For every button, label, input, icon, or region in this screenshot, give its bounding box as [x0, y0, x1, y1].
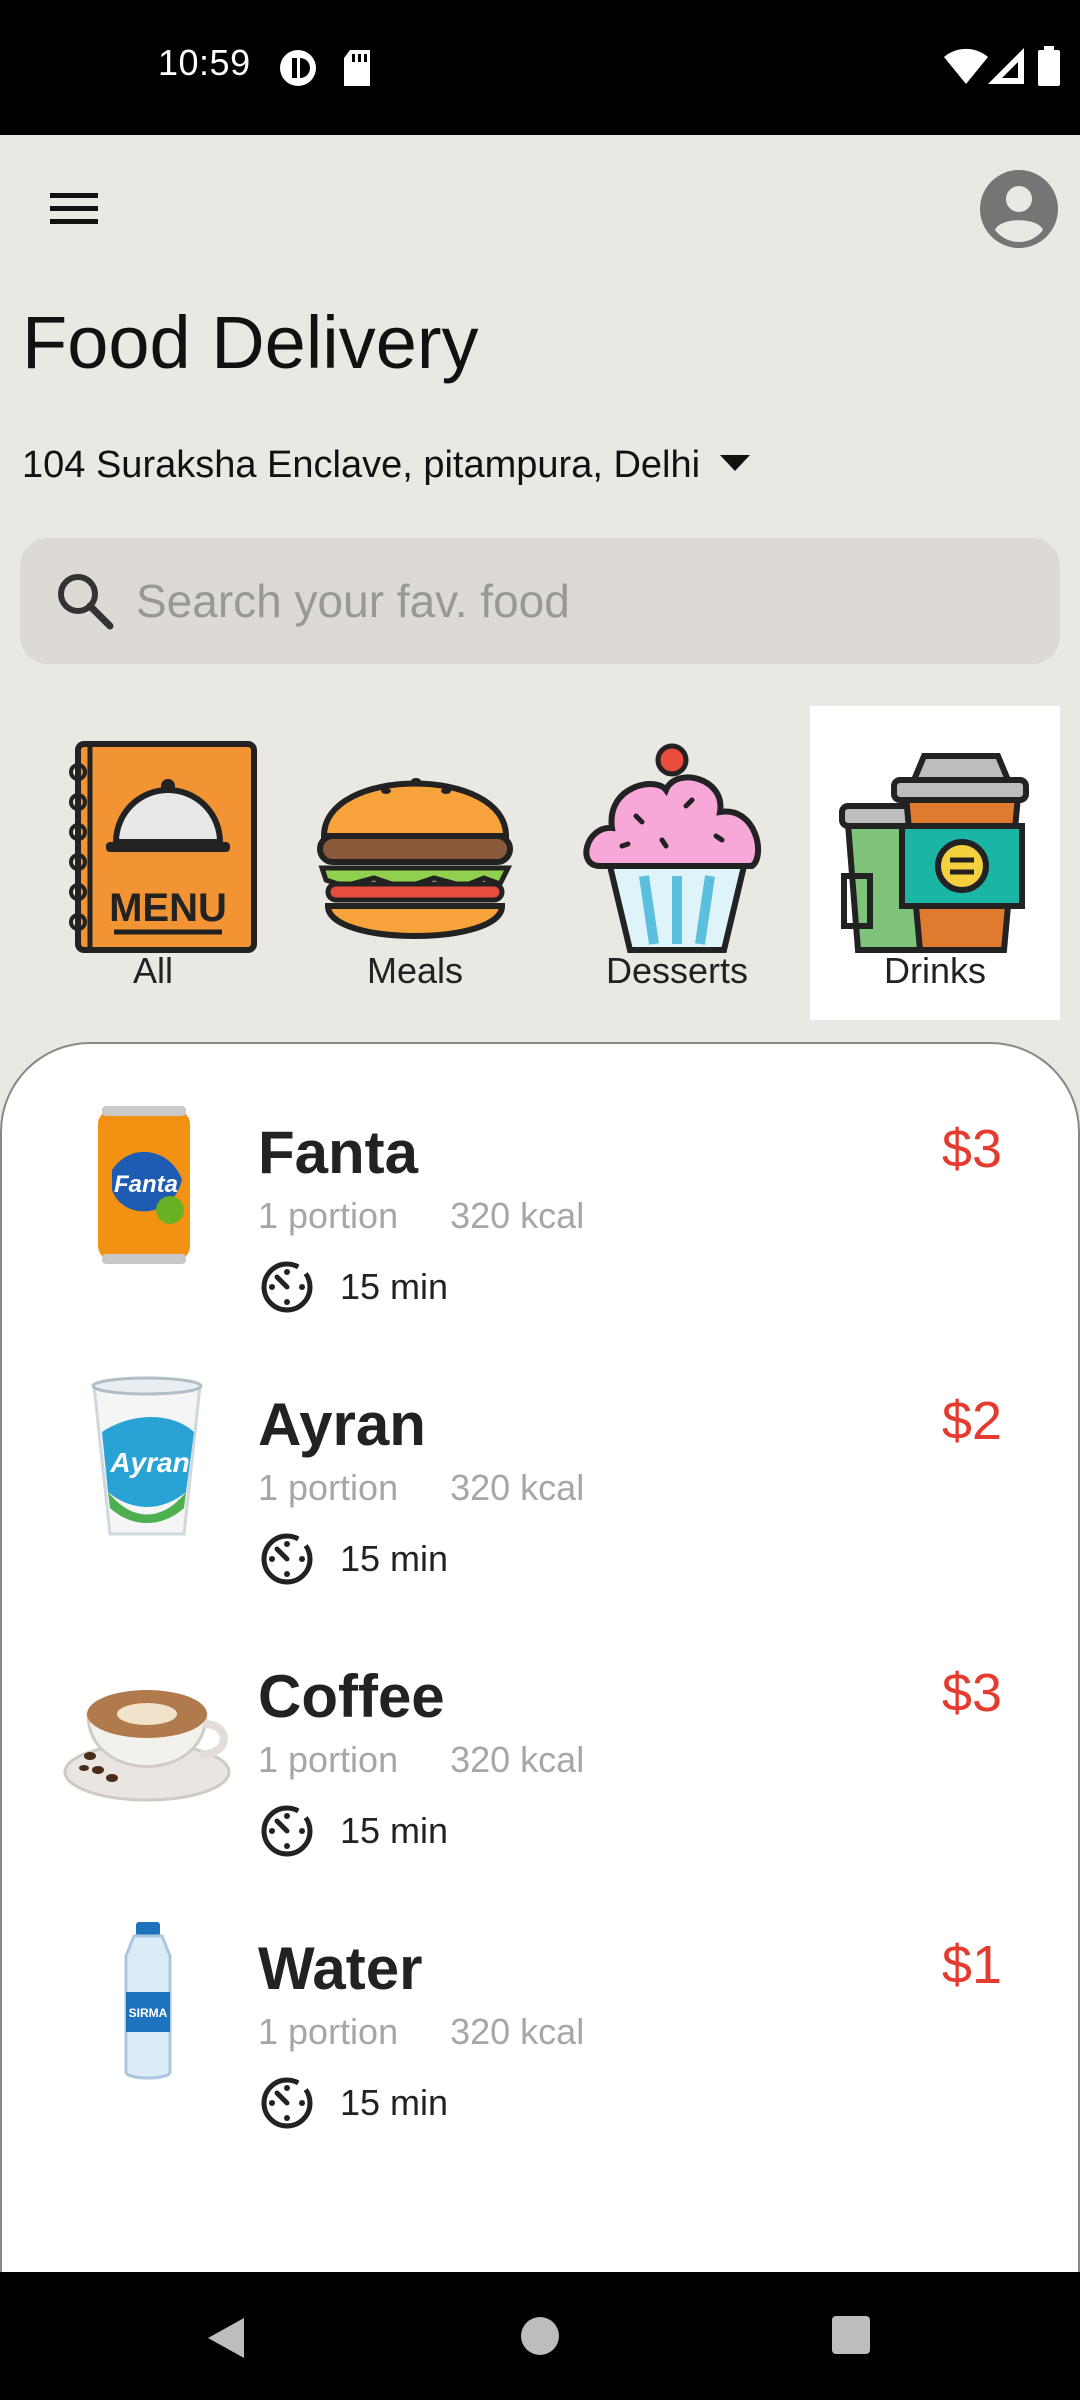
notification-icon	[280, 50, 316, 86]
battery-icon	[1038, 46, 1060, 86]
item-time-text: 15 min	[340, 1810, 449, 1851]
category-label: Desserts	[605, 950, 749, 991]
svg-text:SIRMA: SIRMA	[129, 2006, 168, 2020]
item-meta: 1 portion 320 kcal	[258, 1739, 584, 1781]
burger-icon	[317, 778, 513, 939]
item-price: $1	[941, 1935, 1002, 1995]
address-selector[interactable]: 104 Suraksha Enclave, pitampura, Delhi	[22, 438, 751, 492]
item-name: Fanta	[258, 1119, 419, 1186]
svg-text:Fanta: Fanta	[114, 1171, 178, 1198]
timer-icon	[261, 1805, 313, 1857]
menu-icon[interactable]	[44, 185, 104, 233]
item-kcal: 320 kcal	[450, 1739, 585, 1780]
recents-icon[interactable]	[830, 2314, 872, 2356]
item-kcal: 320 kcal	[450, 1467, 585, 1508]
category-label: All	[132, 950, 173, 991]
coffee-cup-image	[63, 1690, 231, 1802]
item-portion: 1 portion	[258, 1195, 399, 1236]
search-icon	[58, 574, 114, 630]
item-portion: 1 portion	[258, 1739, 399, 1780]
item-time-text: 15 min	[340, 2082, 449, 2123]
item-kcal: 320 kcal	[450, 1195, 585, 1236]
food-item-coffee[interactable]: Coffee 1 portion 320 kcal 15 min $3	[2, 1624, 1080, 1864]
page-title: Food Delivery	[22, 301, 479, 384]
menu-book-icon: MENU	[69, 741, 257, 953]
category-list: MENU All Meals Desserts Drinks	[0, 706, 1080, 1020]
search-bar[interactable]	[20, 538, 1060, 664]
status-bar: 10:59	[0, 0, 1080, 135]
item-time: 15 min	[258, 1258, 448, 1316]
item-meta: 1 portion 320 kcal	[258, 1195, 584, 1237]
dropdown-caret-icon	[720, 455, 751, 471]
item-time-text: 15 min	[340, 1266, 449, 1307]
category-label: Drinks	[883, 950, 986, 991]
ayran-cup-image: Ayran	[91, 1376, 203, 1536]
item-portion: 1 portion	[258, 1467, 399, 1508]
category-desserts[interactable]: Desserts	[552, 706, 802, 1020]
item-time: 15 min	[258, 1530, 448, 1588]
search-input[interactable]	[134, 573, 1018, 629]
item-price: $2	[941, 1391, 1002, 1451]
item-kcal: 320 kcal	[450, 2011, 585, 2052]
category-meals[interactable]: Meals	[290, 706, 540, 1020]
svg-text:MENU: MENU	[109, 886, 227, 930]
account-avatar-icon[interactable]	[980, 170, 1058, 248]
home-icon[interactable]	[518, 2314, 562, 2358]
item-name: Coffee	[258, 1663, 445, 1730]
item-time-text: 15 min	[340, 1538, 449, 1579]
item-name: Ayran	[258, 1391, 426, 1458]
svg-text:Ayran: Ayran	[109, 1447, 189, 1478]
item-time: 15 min	[258, 1802, 448, 1860]
fanta-can-image: Fanta	[98, 1106, 190, 1264]
status-time: 10:59	[158, 42, 251, 83]
food-item-ayran[interactable]: Ayran Ayran 1 portion 320 kcal 15 min $2	[2, 1352, 1080, 1592]
timer-icon	[261, 1533, 313, 1585]
back-icon[interactable]	[204, 2314, 248, 2362]
item-price: $3	[941, 1663, 1002, 1723]
water-bottle-image: SIRMA	[124, 1922, 172, 2080]
item-meta: 1 portion 320 kcal	[258, 1467, 584, 1509]
item-price: $3	[941, 1119, 1002, 1179]
system-nav-bar	[0, 2272, 1080, 2400]
item-meta: 1 portion 320 kcal	[258, 2011, 584, 2053]
category-label: Meals	[366, 950, 464, 991]
item-time: 15 min	[258, 2074, 448, 2132]
coffee-cups-icon	[839, 753, 1029, 953]
category-drinks[interactable]: Drinks	[810, 706, 1060, 1020]
category-all[interactable]: MENU All	[28, 706, 278, 1020]
item-portion: 1 portion	[258, 2011, 399, 2052]
cupcake-icon	[583, 743, 762, 953]
cell-signal-icon	[988, 48, 1024, 84]
item-name: Water	[258, 1935, 423, 2002]
sd-card-icon	[344, 50, 370, 86]
food-item-water[interactable]: SIRMA Water 1 portion 320 kcal 15 min $1	[2, 1896, 1080, 2136]
timer-icon	[261, 2077, 313, 2129]
food-item-fanta[interactable]: Fanta Fanta 1 portion 320 kcal 15 min $3	[2, 1080, 1080, 1320]
address-text: 104 Suraksha Enclave, pitampura, Delhi	[22, 443, 701, 486]
timer-icon	[261, 1261, 313, 1313]
food-list-sheet: Fanta Fanta 1 portion 320 kcal 15 min $3 …	[0, 1042, 1080, 2272]
wifi-icon	[944, 48, 988, 84]
